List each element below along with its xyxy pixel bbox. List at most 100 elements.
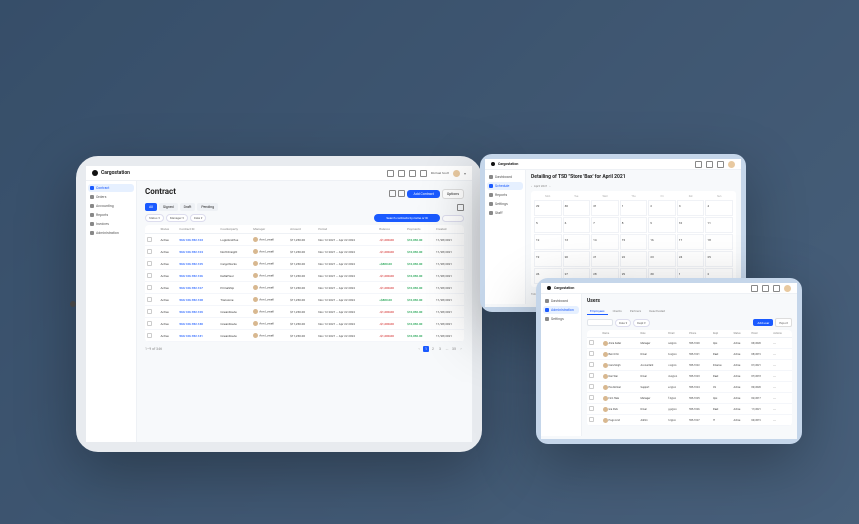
sidebar-item-dashboard[interactable]: Dashboard [543, 297, 579, 305]
table-row[interactable]: Hugo LindAdminh.l@co555-1027ITActive04/2… [587, 415, 792, 426]
row-actions[interactable]: ⋯ [772, 393, 792, 404]
checkbox[interactable] [589, 340, 594, 345]
tab-employees[interactable]: Employees [587, 308, 608, 315]
tab-deactivated[interactable]: Deactivated [646, 308, 668, 315]
tab-draft[interactable]: Draft [180, 203, 196, 211]
table-row[interactable]: Anna KellerManagera.k@co555-1020OpsActiv… [587, 338, 792, 349]
sidebar-item-accounting[interactable]: Accounting [88, 202, 134, 210]
contract-id-link[interactable]: 563.134-782.130 [177, 318, 218, 330]
column-header[interactable]: Hired [750, 330, 772, 338]
search-input[interactable] [587, 319, 613, 326]
chat-icon[interactable] [762, 285, 769, 292]
sidebar-item-reports[interactable]: Reports [487, 191, 523, 199]
calendar-day[interactable]: 6 [563, 217, 591, 233]
column-header[interactable]: Status [732, 330, 750, 338]
contract-id-link[interactable]: 563.134-782.129 [177, 306, 218, 318]
calendar-day[interactable]: 25 [705, 251, 733, 267]
tab-signed[interactable]: Signed [159, 203, 178, 211]
column-header[interactable]: Counterparty [218, 225, 251, 234]
contract-id-link[interactable]: 563.134-782.127 [177, 282, 218, 294]
page-button[interactable]: › [458, 346, 464, 352]
calendar-day[interactable]: 9 [648, 217, 676, 233]
contract-id-link[interactable]: 563.134-782.125 [177, 258, 218, 270]
table-row[interactable]: Active563.134-782.131OceanRouteAnn Lowel… [145, 330, 464, 342]
calendar-day[interactable]: 11 [705, 217, 733, 233]
page-button[interactable]: 3 [437, 346, 443, 352]
column-header[interactable]: Dept [711, 330, 732, 338]
checkbox[interactable] [589, 417, 594, 422]
sidebar-item-settings[interactable]: Settings [543, 315, 579, 323]
tab-clients[interactable]: Clients [610, 308, 625, 315]
contract-id-link[interactable]: 563.134-782.128 [177, 294, 218, 306]
row-actions[interactable]: ⋯ [772, 404, 792, 415]
calendar-icon[interactable] [706, 161, 713, 168]
row-actions[interactable]: ⋯ [772, 360, 792, 371]
table-row[interactable]: Eva RomanSupporte.r@co555-1024CSActive09… [587, 382, 792, 393]
column-header[interactable]: Actions [772, 330, 792, 338]
calendar-day[interactable]: 1 [620, 200, 648, 216]
calendar-day[interactable]: 5 [534, 217, 562, 233]
calendar-day[interactable]: 7 [591, 217, 619, 233]
chevron-down-icon[interactable]: ▾ [464, 171, 466, 176]
filter-pill[interactable]: Manager ▾ [166, 214, 188, 222]
contract-id-link[interactable]: 563.134-782.126 [177, 270, 218, 282]
checkbox[interactable] [147, 333, 152, 338]
calendar-day[interactable]: 4 [705, 200, 733, 216]
sidebar-item-orders[interactable]: Orders [88, 193, 134, 201]
checkbox[interactable] [589, 406, 594, 411]
calendar-day[interactable]: 8 [620, 217, 648, 233]
checkbox[interactable] [147, 237, 152, 242]
table-row[interactable]: Active563.134-782.128TransLineAnn Lowell… [145, 294, 464, 306]
column-header[interactable]: Role [639, 330, 667, 338]
calendar-day[interactable]: 12 [534, 234, 562, 250]
page-button[interactable]: 2 [430, 346, 436, 352]
calendar-day[interactable]: 23 [648, 251, 676, 267]
add-user-button[interactable]: Add user [753, 319, 773, 326]
calendar-day[interactable]: 31 [591, 200, 619, 216]
calendar-day[interactable]: 18 [705, 234, 733, 250]
table-row[interactable]: Cara SinghAccountantc.s@co555-1022Financ… [587, 360, 792, 371]
column-header[interactable]: Payments [405, 225, 434, 234]
notification-icon[interactable] [387, 170, 394, 177]
column-header[interactable] [145, 225, 158, 234]
logo[interactable]: Cargostation [547, 286, 574, 290]
calendar-day[interactable]: 24 [677, 251, 705, 267]
avatar[interactable] [784, 285, 791, 292]
filter-icon[interactable] [457, 204, 464, 211]
column-header[interactable]: Contract ID [177, 225, 218, 234]
add-contract-button[interactable]: Add Contract [407, 190, 439, 198]
calendar-day[interactable]: 29 [534, 200, 562, 216]
table-row[interactable]: Ben OrtizDriverb.o@co555-1021FleetActive… [587, 349, 792, 360]
calendar-day[interactable]: 2 [648, 200, 676, 216]
logo[interactable]: Cargostation [92, 170, 130, 176]
column-header[interactable]: Amount [288, 225, 316, 234]
checkbox[interactable] [147, 261, 152, 266]
calendar-icon[interactable] [398, 170, 405, 177]
checkbox[interactable] [589, 351, 594, 356]
row-actions[interactable]: ⋯ [772, 349, 792, 360]
checkbox[interactable] [589, 362, 594, 367]
table-row[interactable]: Dan WeiDriverd.w@co555-1023FleetActive07… [587, 371, 792, 382]
table-row[interactable]: Finn HaleManagerf.h@co555-1025OpsActive0… [587, 393, 792, 404]
calendar-day[interactable]: 10 [677, 217, 705, 233]
sidebar-item-reports[interactable]: Reports [88, 211, 134, 219]
calendar-day[interactable]: 17 [677, 234, 705, 250]
calendar-day[interactable]: 16 [648, 234, 676, 250]
table-row[interactable]: Active563.134-782.125CargoWorksAnn Lowel… [145, 258, 464, 270]
calendar-day[interactable]: 13 [563, 234, 591, 250]
column-header[interactable]: Created [434, 225, 464, 234]
row-actions[interactable]: ⋯ [772, 371, 792, 382]
checkbox[interactable] [147, 309, 152, 314]
menu-icon[interactable] [717, 161, 724, 168]
column-header[interactable]: Status [158, 225, 177, 234]
filter-pill[interactable]: Date ▾ [190, 214, 206, 222]
contract-id-link[interactable]: 563.134-782.124 [177, 246, 218, 258]
column-header[interactable]: Email [667, 330, 688, 338]
prev-month-button[interactable]: ‹ [531, 184, 532, 188]
checkbox[interactable] [589, 373, 594, 378]
sidebar-item-contract[interactable]: Contract [88, 184, 134, 192]
list-view-icon[interactable] [398, 190, 405, 197]
table-row[interactable]: Active563.134-782.129OceanRouteAnn Lowel… [145, 306, 464, 318]
checkbox[interactable] [589, 384, 594, 389]
avatar[interactable] [728, 161, 735, 168]
